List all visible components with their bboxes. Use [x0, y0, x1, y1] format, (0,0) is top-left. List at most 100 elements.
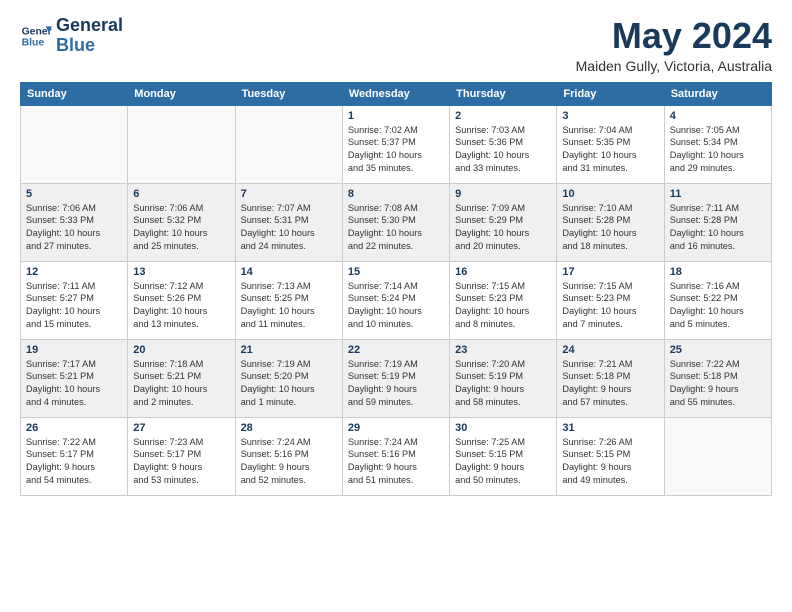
day-number: 18	[670, 266, 766, 278]
day-number: 15	[348, 266, 444, 278]
day-detail: Sunrise: 7:25 AM Sunset: 5:15 PM Dayligh…	[455, 436, 551, 488]
location-subtitle: Maiden Gully, Victoria, Australia	[576, 58, 772, 74]
day-detail: Sunrise: 7:15 AM Sunset: 5:23 PM Dayligh…	[455, 280, 551, 332]
calendar-week-row: 5Sunrise: 7:06 AM Sunset: 5:33 PM Daylig…	[21, 183, 772, 261]
day-number: 29	[348, 422, 444, 434]
day-detail: Sunrise: 7:04 AM Sunset: 5:35 PM Dayligh…	[562, 124, 658, 176]
svg-text:Blue: Blue	[22, 37, 45, 48]
table-row: 26Sunrise: 7:22 AM Sunset: 5:17 PM Dayli…	[21, 417, 128, 495]
table-row: 30 Sunrise: 7:25 AM Sunset: 5:15 PM Dayli…	[450, 417, 557, 495]
day-detail: Sunrise: 7:02 AM Sunset: 5:37 PM Dayligh…	[348, 124, 444, 176]
header: General Blue General Blue May 2024 Maide…	[20, 16, 772, 74]
day-detail: Sunrise: 7:22 AM Sunset: 5:18 PM Dayligh…	[670, 358, 766, 410]
day-number: 21	[241, 344, 337, 356]
day-number: 14	[241, 266, 337, 278]
table-row: 2 Sunrise: 7:03 AM Sunset: 5:36 PM Daylig…	[450, 105, 557, 183]
table-row: 17Sunrise: 7:15 AM Sunset: 5:23 PM Dayli…	[557, 261, 664, 339]
header-thursday: Thursday	[450, 82, 557, 105]
logo-text-line1: General	[56, 16, 123, 36]
day-number: 19	[26, 344, 122, 356]
day-detail: Sunrise: 7:07 AM Sunset: 5:31 PM Dayligh…	[241, 202, 337, 254]
table-row: 1 Sunrise: 7:02 AM Sunset: 5:37 PM Daylig…	[342, 105, 449, 183]
day-number: 1	[348, 110, 444, 122]
day-detail: Sunrise: 7:12 AM Sunset: 5:26 PM Dayligh…	[133, 280, 229, 332]
day-detail: Sunrise: 7:20 AM Sunset: 5:19 PM Dayligh…	[455, 358, 551, 410]
day-number: 6	[133, 188, 229, 200]
header-tuesday: Tuesday	[235, 82, 342, 105]
table-row: 9 Sunrise: 7:09 AM Sunset: 5:29 PM Daylig…	[450, 183, 557, 261]
day-detail: Sunrise: 7:11 AM Sunset: 5:27 PM Dayligh…	[26, 280, 122, 332]
calendar-table: Sunday Monday Tuesday Wednesday Thursday…	[20, 82, 772, 496]
day-detail: Sunrise: 7:24 AM Sunset: 5:16 PM Dayligh…	[241, 436, 337, 488]
day-number: 24	[562, 344, 658, 356]
table-row: 10 Sunrise: 7:10 AM Sunset: 5:28 PM Dayli…	[557, 183, 664, 261]
logo-text-line2: Blue	[56, 36, 123, 56]
day-detail: Sunrise: 7:14 AM Sunset: 5:24 PM Dayligh…	[348, 280, 444, 332]
day-detail: Sunrise: 7:15 AM Sunset: 5:23 PM Dayligh…	[562, 280, 658, 332]
table-row	[235, 105, 342, 183]
day-detail: Sunrise: 7:09 AM Sunset: 5:29 PM Dayligh…	[455, 202, 551, 254]
table-row: 31 Sunrise: 7:26 AM Sunset: 5:15 PM Dayli…	[557, 417, 664, 495]
table-row: 12Sunrise: 7:11 AM Sunset: 5:27 PM Dayli…	[21, 261, 128, 339]
header-saturday: Saturday	[664, 82, 771, 105]
table-row: 8Sunrise: 7:08 AM Sunset: 5:30 PM Daylig…	[342, 183, 449, 261]
day-number: 2	[455, 110, 551, 122]
day-detail: Sunrise: 7:19 AM Sunset: 5:20 PM Dayligh…	[241, 358, 337, 410]
header-monday: Monday	[128, 82, 235, 105]
table-row: 11 Sunrise: 7:11 AM Sunset: 5:28 PM Dayli…	[664, 183, 771, 261]
day-detail: Sunrise: 7:03 AM Sunset: 5:36 PM Dayligh…	[455, 124, 551, 176]
day-detail: Sunrise: 7:26 AM Sunset: 5:15 PM Dayligh…	[562, 436, 658, 488]
day-number: 16	[455, 266, 551, 278]
day-number: 11	[670, 188, 766, 200]
table-row: 28 Sunrise: 7:24 AM Sunset: 5:16 PM Dayli…	[235, 417, 342, 495]
table-row	[21, 105, 128, 183]
table-row: 5Sunrise: 7:06 AM Sunset: 5:33 PM Daylig…	[21, 183, 128, 261]
day-number: 9	[455, 188, 551, 200]
table-row: 21 Sunrise: 7:19 AM Sunset: 5:20 PM Dayli…	[235, 339, 342, 417]
table-row: 27 Sunrise: 7:23 AM Sunset: 5:17 PM Dayli…	[128, 417, 235, 495]
day-detail: Sunrise: 7:22 AM Sunset: 5:17 PM Dayligh…	[26, 436, 122, 488]
day-detail: Sunrise: 7:24 AM Sunset: 5:16 PM Dayligh…	[348, 436, 444, 488]
day-detail: Sunrise: 7:16 AM Sunset: 5:22 PM Dayligh…	[670, 280, 766, 332]
header-sunday: Sunday	[21, 82, 128, 105]
day-number: 30	[455, 422, 551, 434]
day-detail: Sunrise: 7:17 AM Sunset: 5:21 PM Dayligh…	[26, 358, 122, 410]
table-row: 19 Sunrise: 7:17 AM Sunset: 5:21 PM Dayli…	[21, 339, 128, 417]
day-detail: Sunrise: 7:18 AM Sunset: 5:21 PM Dayligh…	[133, 358, 229, 410]
table-row: 23Sunrise: 7:20 AM Sunset: 5:19 PM Dayli…	[450, 339, 557, 417]
day-detail: Sunrise: 7:06 AM Sunset: 5:32 PM Dayligh…	[133, 202, 229, 254]
day-detail: Sunrise: 7:11 AM Sunset: 5:28 PM Dayligh…	[670, 202, 766, 254]
logo: General Blue General Blue	[20, 16, 123, 56]
calendar-week-row: 26Sunrise: 7:22 AM Sunset: 5:17 PM Dayli…	[21, 417, 772, 495]
day-number: 13	[133, 266, 229, 278]
day-number: 27	[133, 422, 229, 434]
table-row: 25 Sunrise: 7:22 AM Sunset: 5:18 PM Dayli…	[664, 339, 771, 417]
day-detail: Sunrise: 7:19 AM Sunset: 5:19 PM Dayligh…	[348, 358, 444, 410]
page: General Blue General Blue May 2024 Maide…	[0, 0, 792, 612]
table-row: 29 Sunrise: 7:24 AM Sunset: 5:16 PM Dayli…	[342, 417, 449, 495]
day-number: 25	[670, 344, 766, 356]
day-number: 10	[562, 188, 658, 200]
day-detail: Sunrise: 7:06 AM Sunset: 5:33 PM Dayligh…	[26, 202, 122, 254]
month-title: May 2024	[576, 16, 772, 56]
logo-icon: General Blue	[20, 20, 52, 52]
table-row: 4Sunrise: 7:05 AM Sunset: 5:34 PM Daylig…	[664, 105, 771, 183]
day-number: 31	[562, 422, 658, 434]
table-row: 18 Sunrise: 7:16 AM Sunset: 5:22 PM Dayli…	[664, 261, 771, 339]
title-block: May 2024 Maiden Gully, Victoria, Austral…	[576, 16, 772, 74]
day-detail: Sunrise: 7:13 AM Sunset: 5:25 PM Dayligh…	[241, 280, 337, 332]
day-detail: Sunrise: 7:10 AM Sunset: 5:28 PM Dayligh…	[562, 202, 658, 254]
table-row: 16 Sunrise: 7:15 AM Sunset: 5:23 PM Dayli…	[450, 261, 557, 339]
day-detail: Sunrise: 7:23 AM Sunset: 5:17 PM Dayligh…	[133, 436, 229, 488]
day-number: 4	[670, 110, 766, 122]
day-number: 20	[133, 344, 229, 356]
day-number: 28	[241, 422, 337, 434]
header-wednesday: Wednesday	[342, 82, 449, 105]
table-row: 13 Sunrise: 7:12 AM Sunset: 5:26 PM Dayli…	[128, 261, 235, 339]
header-friday: Friday	[557, 82, 664, 105]
calendar-week-row: 19 Sunrise: 7:17 AM Sunset: 5:21 PM Dayli…	[21, 339, 772, 417]
table-row: 14 Sunrise: 7:13 AM Sunset: 5:25 PM Dayli…	[235, 261, 342, 339]
day-number: 3	[562, 110, 658, 122]
table-row	[128, 105, 235, 183]
day-number: 7	[241, 188, 337, 200]
